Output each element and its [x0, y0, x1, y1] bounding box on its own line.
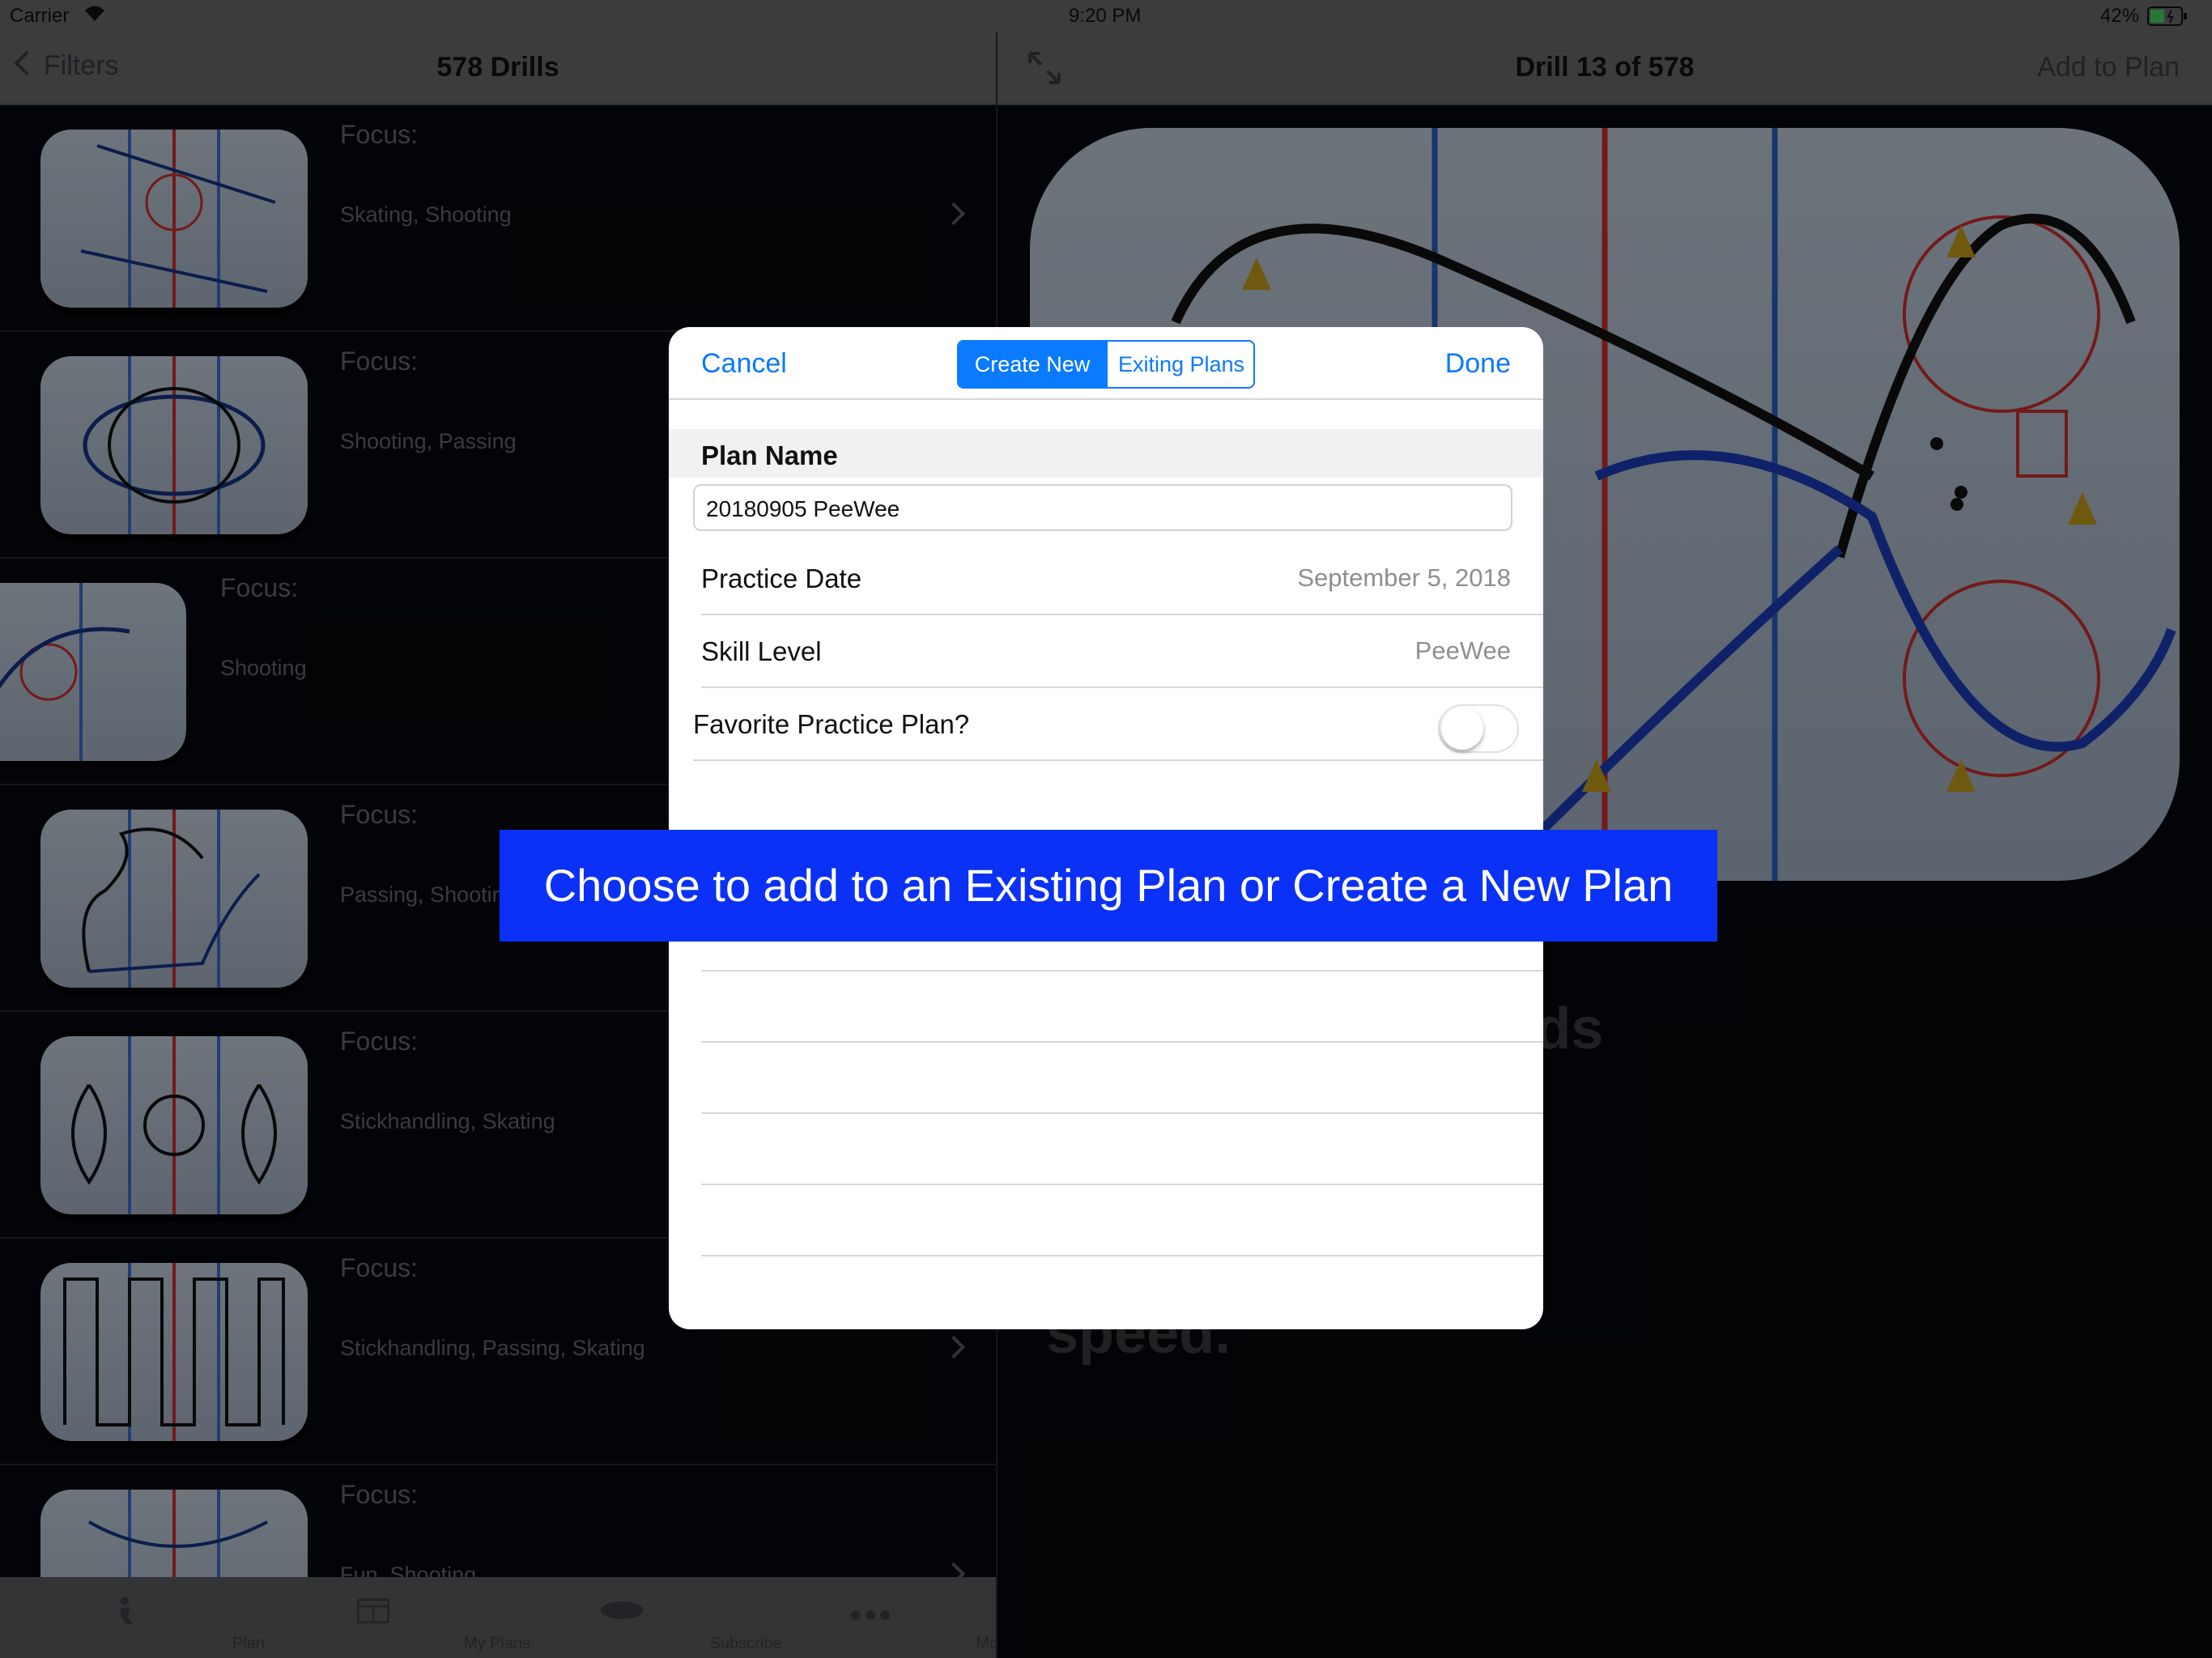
favorite-row: Favorite Practice Plan? — [693, 688, 1543, 761]
empty-row-divider — [701, 1112, 1543, 1114]
add-to-plan-popover: Cancel Create New Exiting Plans Done Pla… — [669, 327, 1543, 1329]
empty-row-divider — [701, 970, 1543, 971]
favorite-label: Favorite Practice Plan? — [693, 709, 970, 739]
done-button[interactable]: Done — [1445, 348, 1511, 380]
plan-mode-segmented-control: Create New Exiting Plans — [957, 340, 1255, 389]
empty-row-divider — [701, 1041, 1543, 1043]
practice-date-row[interactable]: Practice Date September 5, 2018 — [701, 542, 1543, 615]
segment-existing-plans[interactable]: Exiting Plans — [1106, 342, 1253, 387]
skill-level-label: Skill Level — [701, 636, 822, 666]
header-divider — [669, 398, 1543, 400]
practice-date-label: Practice Date — [701, 563, 862, 593]
practice-date-value: September 5, 2018 — [1297, 563, 1511, 592]
instruction-banner: Choose to add to an Existing Plan or Cre… — [500, 830, 1717, 942]
cancel-button[interactable]: Cancel — [701, 348, 787, 380]
plan-name-header: Plan Name — [701, 440, 838, 470]
plan-name-field[interactable]: 20180905 PeeWee — [693, 484, 1512, 531]
favorite-toggle[interactable] — [1438, 704, 1519, 753]
plan-name-section-header: Plan Name — [669, 429, 1543, 478]
toggle-knob — [1441, 708, 1483, 750]
empty-row-divider — [701, 1184, 1543, 1185]
empty-row-divider — [701, 1255, 1543, 1256]
segment-create-new[interactable]: Create New — [959, 342, 1106, 387]
skill-level-value: PeeWee — [1414, 636, 1511, 665]
skill-level-row[interactable]: Skill Level PeeWee — [701, 615, 1543, 688]
